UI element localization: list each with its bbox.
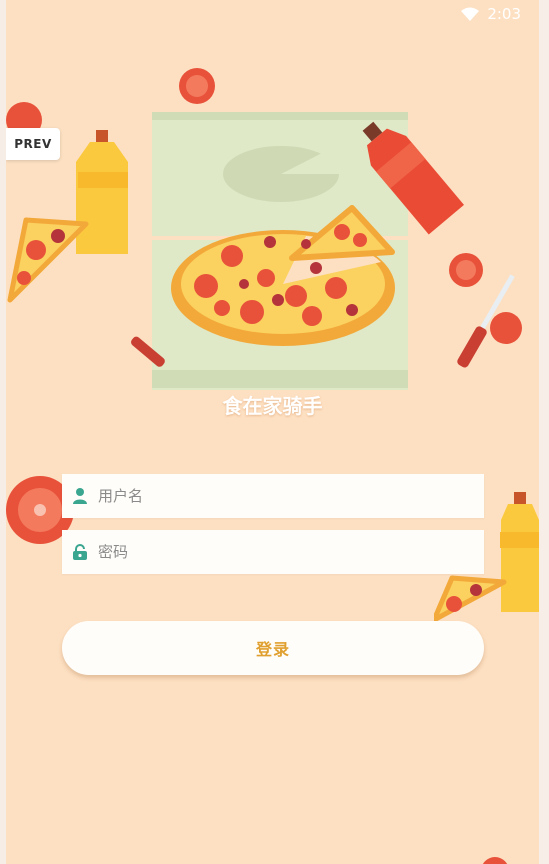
status-bar: 2:03 bbox=[461, 0, 521, 28]
status-time: 2:03 bbox=[487, 5, 521, 23]
login-button[interactable]: 登录 bbox=[62, 621, 484, 675]
tomato-corner-decoration bbox=[482, 857, 508, 864]
prev-button[interactable]: PREV bbox=[6, 128, 60, 160]
user-icon bbox=[72, 487, 88, 505]
right-edge bbox=[539, 0, 549, 864]
password-field[interactable] bbox=[62, 530, 484, 574]
login-screen: 食在家骑手 登录 PREV 2:03 bbox=[6, 0, 539, 864]
lock-icon bbox=[72, 543, 88, 561]
app-title: 食在家骑手 bbox=[222, 394, 323, 418]
password-input[interactable] bbox=[98, 532, 484, 572]
username-field[interactable] bbox=[62, 474, 484, 518]
wifi-icon bbox=[461, 7, 480, 21]
username-input[interactable] bbox=[98, 476, 484, 516]
